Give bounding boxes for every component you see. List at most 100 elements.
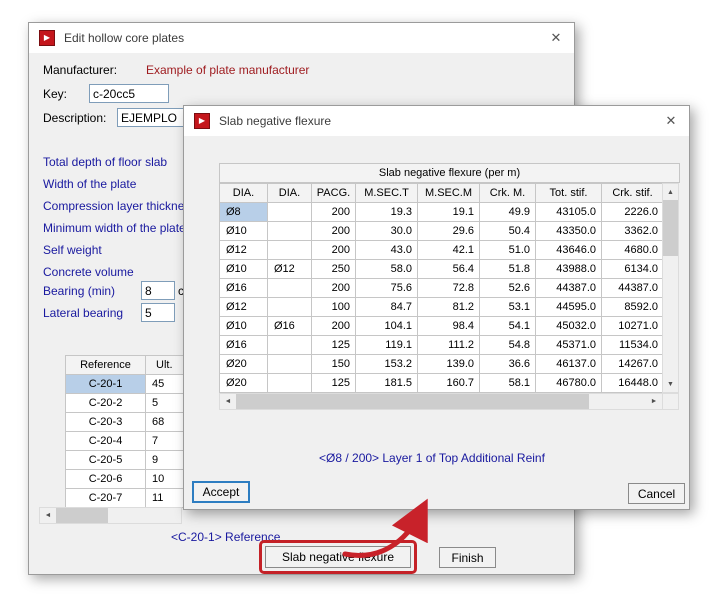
cell[interactable]: 104.1	[355, 316, 418, 336]
cell[interactable]: 43105.0	[535, 202, 602, 222]
cell[interactable]	[267, 297, 312, 317]
cell[interactable]: C-20-3	[65, 412, 146, 432]
cell[interactable]: 16448.0	[601, 373, 664, 393]
cell[interactable]	[267, 202, 312, 222]
cell[interactable]	[267, 373, 312, 393]
cell[interactable]: Ø20	[219, 373, 268, 393]
cell[interactable]: 52.6	[479, 278, 536, 298]
cell[interactable]: 75.6	[355, 278, 418, 298]
cell[interactable]: 181.5	[355, 373, 418, 393]
cell[interactable]: 81.2	[417, 297, 480, 317]
cell[interactable]: 50.4	[479, 221, 536, 241]
accept-button[interactable]: Accept	[192, 481, 250, 503]
cell[interactable]: 43646.0	[535, 240, 602, 260]
cell[interactable]: C-20-4	[65, 431, 146, 451]
cell[interactable]: 84.7	[355, 297, 418, 317]
table-row[interactable]: Ø12 200 43.0 42.1 51.0 43646.0 4680.0	[219, 240, 664, 260]
cell[interactable]: C-20-1	[65, 374, 146, 394]
close-icon[interactable]: ✕	[542, 25, 570, 51]
cell[interactable]: Ø12	[219, 240, 268, 260]
vertical-scrollbar[interactable]: ▲ ▼	[662, 183, 679, 393]
cell[interactable]: 58.1	[479, 373, 536, 393]
table-row[interactable]: Ø16 125 119.1 111.2 54.8 45371.0 11534.0	[219, 335, 664, 355]
cell[interactable]	[267, 240, 312, 260]
cell[interactable]: 72.8	[417, 278, 480, 298]
cell[interactable]: C-20-5	[65, 450, 146, 470]
scroll-up-icon[interactable]: ▲	[663, 184, 678, 200]
cell[interactable]: 43350.0	[535, 221, 602, 241]
cell[interactable]: 45371.0	[535, 335, 602, 355]
cell[interactable]: C-20-7	[65, 488, 146, 508]
cell[interactable]: 150	[311, 354, 356, 374]
back-hscroll-track[interactable]	[56, 508, 181, 523]
scroll-down-icon[interactable]: ▼	[663, 376, 678, 392]
table-row[interactable]: Ø10 200 30.0 29.6 50.4 43350.0 3362.0	[219, 221, 664, 241]
cell[interactable]: Ø8	[219, 202, 268, 222]
cell[interactable]: 119.1	[355, 335, 418, 355]
cell[interactable]: 98.4	[417, 316, 480, 336]
table-row[interactable]: Ø20 150 153.2 139.0 36.6 46137.0 14267.0	[219, 354, 664, 374]
back-horizontal-scrollbar[interactable]: ◄	[39, 507, 182, 524]
cell[interactable]: 200	[311, 240, 356, 260]
cell[interactable]: 58.0	[355, 259, 418, 279]
cell[interactable]: 44595.0	[535, 297, 602, 317]
cell[interactable]: Ø12	[219, 297, 268, 317]
cell[interactable]: 10271.0	[601, 316, 664, 336]
cell[interactable]: 111.2	[417, 335, 480, 355]
table-row[interactable]: Ø10 Ø16 200 104.1 98.4 54.1 45032.0 10271.0	[219, 316, 664, 336]
table-row[interactable]: Ø8 200 19.3 19.1 49.9 43105.0 2226.0	[219, 202, 664, 222]
cell[interactable]: 153.2	[355, 354, 418, 374]
cell[interactable]: 43988.0	[535, 259, 602, 279]
table-row[interactable]: Ø16 200 75.6 72.8 52.6 44387.0 44387.0	[219, 278, 664, 298]
cell[interactable]: 6134.0	[601, 259, 664, 279]
cell[interactable]: Ø10	[219, 259, 268, 279]
table-row[interactable]: Ø20 125 181.5 160.7 58.1 46780.0 16448.0	[219, 373, 664, 393]
cell[interactable]: 160.7	[417, 373, 480, 393]
cell[interactable]	[267, 335, 312, 355]
cell[interactable]: 125	[311, 373, 356, 393]
cell[interactable]: 54.8	[479, 335, 536, 355]
cell[interactable]: 36.6	[479, 354, 536, 374]
scroll-left-icon[interactable]: ◄	[220, 394, 236, 409]
cell[interactable]: 42.1	[417, 240, 480, 260]
cell[interactable]: 139.0	[417, 354, 480, 374]
close-icon[interactable]: ✕	[657, 108, 685, 134]
cell[interactable]: 29.6	[417, 221, 480, 241]
cell[interactable]: Ø16	[267, 316, 312, 336]
front-horizontal-scrollbar[interactable]: ◄ ►	[219, 393, 663, 410]
cell[interactable]: Ø10	[219, 316, 268, 336]
cell[interactable]: 51.0	[479, 240, 536, 260]
back-hscroll-thumb[interactable]	[56, 508, 108, 523]
cell[interactable]: 3362.0	[601, 221, 664, 241]
scroll-right-icon[interactable]: ►	[646, 394, 662, 409]
cell[interactable]: Ø12	[267, 259, 312, 279]
cell[interactable]: 200	[311, 278, 356, 298]
cell[interactable]: 51.8	[479, 259, 536, 279]
cell[interactable]: 49.9	[479, 202, 536, 222]
cancel-button[interactable]: Cancel	[628, 483, 685, 504]
cell[interactable]: Ø16	[219, 278, 268, 298]
cell[interactable]: 200	[311, 221, 356, 241]
cell[interactable]: 11534.0	[601, 335, 664, 355]
cell[interactable]: 46137.0	[535, 354, 602, 374]
cell[interactable]: 44387.0	[601, 278, 664, 298]
vscroll-thumb[interactable]	[663, 200, 678, 256]
table-row[interactable]: Ø12 100 84.7 81.2 53.1 44595.0 8592.0	[219, 297, 664, 317]
cell[interactable]: Ø16	[219, 335, 268, 355]
slab-negative-flexure-button[interactable]: Slab negative flexure	[265, 546, 411, 568]
cell[interactable]: Ø10	[219, 221, 268, 241]
cell[interactable]: 46780.0	[535, 373, 602, 393]
cell[interactable]: 19.3	[355, 202, 418, 222]
cell[interactable]: 30.0	[355, 221, 418, 241]
cell[interactable]: 8592.0	[601, 297, 664, 317]
bearing-min-field[interactable]	[141, 281, 175, 300]
key-field[interactable]	[89, 84, 169, 103]
finish-button[interactable]: Finish	[439, 547, 496, 568]
cell[interactable]: 2226.0	[601, 202, 664, 222]
table-row[interactable]: Ø10 Ø12 250 58.0 56.4 51.8 43988.0 6134.0	[219, 259, 664, 279]
cell[interactable]: 100	[311, 297, 356, 317]
cell[interactable]: 200	[311, 202, 356, 222]
cell[interactable]: 43.0	[355, 240, 418, 260]
cell[interactable]: 54.1	[479, 316, 536, 336]
cell[interactable]	[267, 221, 312, 241]
